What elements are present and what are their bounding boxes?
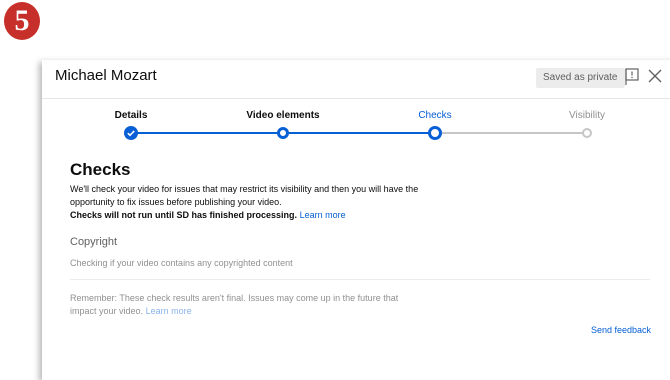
reminder-learn-more-link[interactable]: Learn more	[146, 306, 192, 316]
section-divider	[70, 279, 650, 280]
stepper-track-upcoming	[435, 132, 587, 134]
copyright-section-title: Copyright	[70, 236, 118, 248]
reminder-text-cont: impact your video. Learn more	[70, 305, 192, 318]
upload-dialog: Michael Mozart Saved as private Details …	[42, 60, 670, 380]
reminder-text: Remember: These check results aren't fin…	[70, 293, 399, 303]
step-label-visibility[interactable]: Visibility	[569, 110, 605, 121]
step-number-badge: 5	[4, 2, 40, 40]
copyright-status: Checking if your video contains any copy…	[70, 258, 293, 268]
checks-description: We'll check your video for issues that m…	[70, 184, 419, 194]
learn-more-link[interactable]: Learn more	[300, 210, 346, 220]
step-label-details[interactable]: Details	[115, 110, 148, 121]
upload-stepper: Details Video elements Checks Visibility	[42, 60, 670, 150]
step-label-video-elements[interactable]: Video elements	[246, 110, 319, 121]
checkmark-icon	[127, 130, 135, 137]
step-node-video-elements[interactable]	[277, 127, 289, 139]
step-label-checks[interactable]: Checks	[418, 110, 451, 121]
processing-notice-text: Checks will not run until SD has finishe…	[70, 210, 298, 220]
page-title: Checks	[70, 160, 131, 179]
send-feedback-link[interactable]: Send feedback	[591, 325, 651, 335]
step-node-checks[interactable]	[428, 126, 442, 140]
processing-notice: Checks will not run until SD has finishe…	[70, 209, 346, 222]
step-node-details[interactable]	[124, 126, 138, 140]
checks-description-cont: opportunity to fix issues before publish…	[70, 197, 282, 207]
step-node-visibility[interactable]	[582, 128, 592, 138]
reminder-text-end: impact your video.	[70, 306, 144, 316]
